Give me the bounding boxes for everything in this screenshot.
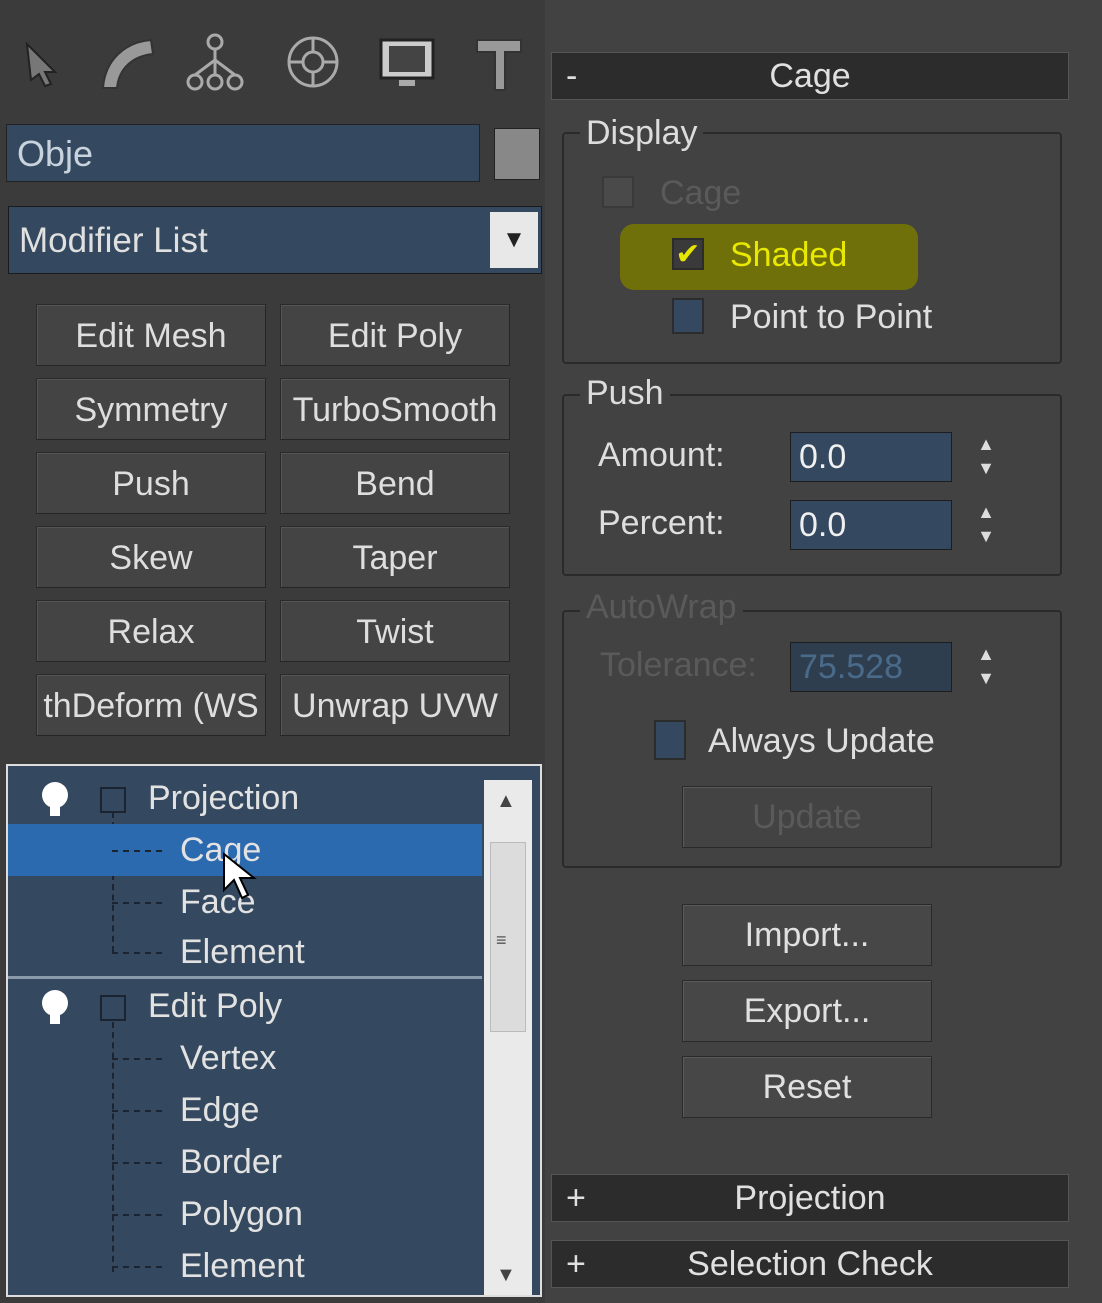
stack-subitem-label: Element	[180, 1247, 305, 1285]
spinner-arrows-icon[interactable]: ▲ ▼	[970, 642, 1002, 692]
update-button[interactable]: Update	[682, 786, 932, 848]
export-button[interactable]: Export...	[682, 980, 932, 1042]
stack-subitem-label: Border	[180, 1143, 283, 1181]
shaded-checkbox-label: Shaded	[730, 236, 848, 274]
modifier-button-thdeform-ws[interactable]: thDeform (WS	[36, 674, 266, 736]
modifier-button-relax[interactable]: Relax	[36, 600, 266, 662]
selection-check-rollout-header[interactable]: + Selection Check	[551, 1240, 1069, 1288]
stack-subitem-label: Polygon	[180, 1195, 303, 1233]
lightbulb-icon[interactable]	[42, 990, 68, 1024]
expand-sign: +	[566, 1245, 586, 1283]
stack-item-label: Edit Poly	[148, 987, 283, 1025]
spinner-arrows-icon[interactable]: ▲ ▼	[970, 432, 1002, 482]
stack-item-label: Projection	[148, 779, 300, 817]
percent-field[interactable]: 0.0	[790, 500, 952, 550]
tree-branch	[112, 1266, 162, 1268]
modifier-button-bend[interactable]: Bend	[280, 452, 510, 514]
motion-icon[interactable]	[278, 22, 348, 102]
tree-branch	[112, 1110, 162, 1112]
mouse-cursor-icon	[222, 851, 262, 902]
display-group-label: Display	[580, 114, 704, 153]
stack-subitem-label: Edge	[180, 1091, 260, 1129]
modifier-button-edit-poly[interactable]: Edit Poly	[280, 304, 510, 366]
rollout-title: Cage	[769, 57, 851, 95]
modify-arc-icon[interactable]	[92, 22, 162, 102]
percent-label: Percent:	[598, 504, 725, 542]
expand-sign: +	[566, 1179, 586, 1217]
stack-subitem-element[interactable]: Element	[8, 926, 482, 978]
tree-branch	[112, 952, 162, 954]
push-group-label: Push	[580, 374, 670, 413]
grip-icon: ≡	[496, 930, 507, 950]
display-monitor-icon[interactable]	[372, 22, 442, 102]
stack-subitem-edge[interactable]: Edge	[8, 1084, 482, 1136]
chevron-down-icon[interactable]: ▼	[490, 212, 538, 268]
object-color-swatch[interactable]	[494, 128, 540, 180]
stack-subitem-border[interactable]: Border	[8, 1136, 482, 1188]
modifier-list-dropdown[interactable]: Modifier List	[8, 206, 542, 274]
stack-subitem-label: Element	[180, 933, 305, 971]
point-to-point-checkbox[interactable]	[672, 298, 704, 334]
cage-checkbox-label: Cage	[660, 174, 742, 212]
collapse-box-icon[interactable]	[100, 787, 126, 813]
create-cursor-icon[interactable]	[8, 22, 78, 102]
rollout-title: Projection	[734, 1179, 886, 1217]
stack-subitem-element[interactable]: Element	[8, 1240, 482, 1292]
stack-subitem-vertex[interactable]: Vertex	[8, 1032, 482, 1084]
modifier-button-twist[interactable]: Twist	[280, 600, 510, 662]
utilities-hammer-icon[interactable]	[464, 22, 534, 102]
stack-scrollbar[interactable]: ▲ ≡ ▼	[484, 780, 532, 1295]
always-update-label: Always Update	[708, 722, 935, 760]
amount-label: Amount:	[598, 436, 725, 474]
object-name-field[interactable]: Obje	[6, 124, 480, 182]
collapse-sign: -	[566, 57, 578, 95]
point-to-point-label: Point to Point	[730, 298, 933, 336]
stack-item-projection[interactable]: Projection	[8, 772, 482, 824]
stack-divider	[8, 976, 482, 979]
modifier-button-symmetry[interactable]: Symmetry	[36, 378, 266, 440]
tree-branch	[112, 1162, 162, 1164]
autowrap-group-label: AutoWrap	[580, 588, 743, 627]
tree-branch	[112, 850, 162, 852]
modifier-button-unwrap-uvw[interactable]: Unwrap UVW	[280, 674, 510, 736]
stack-subitem-label: Vertex	[180, 1039, 277, 1077]
amount-field[interactable]: 0.0	[790, 432, 952, 482]
spinner-arrows-icon[interactable]: ▲ ▼	[970, 500, 1002, 550]
stack-item-edit-poly[interactable]: Edit Poly	[8, 980, 482, 1032]
tree-branch	[112, 1058, 162, 1060]
modifier-button-push[interactable]: Push	[36, 452, 266, 514]
modifier-button-turbosmooth[interactable]: TurboSmooth	[280, 378, 510, 440]
scroll-down-arrow-icon[interactable]: ▼	[496, 1264, 516, 1287]
rollout-title: Selection Check	[687, 1245, 933, 1283]
lightbulb-icon[interactable]	[42, 782, 68, 816]
stack-subitem-polygon[interactable]: Polygon	[8, 1188, 482, 1240]
collapse-box-icon[interactable]	[100, 995, 126, 1021]
modifier-button-skew[interactable]: Skew	[36, 526, 266, 588]
modifier-button-taper[interactable]: Taper	[280, 526, 510, 588]
tree-branch	[112, 1214, 162, 1216]
always-update-checkbox[interactable]	[654, 720, 686, 760]
cage-checkbox[interactable]	[602, 176, 634, 208]
reset-button[interactable]: Reset	[682, 1056, 932, 1118]
shaded-checkbox[interactable]: ✔	[672, 238, 704, 270]
modifier-stack[interactable]: Projection Cage Face Element Edit Poly V…	[6, 764, 542, 1297]
import-button[interactable]: Import...	[682, 904, 932, 966]
cage-rollout-header[interactable]: - Cage	[551, 52, 1069, 100]
modifier-button-edit-mesh[interactable]: Edit Mesh	[36, 304, 266, 366]
tree-branch	[112, 902, 162, 904]
tolerance-label: Tolerance:	[600, 646, 757, 684]
scroll-up-arrow-icon[interactable]: ▲	[496, 790, 516, 813]
projection-rollout-header[interactable]: + Projection	[551, 1174, 1069, 1222]
tolerance-field[interactable]: 75.528	[790, 642, 952, 692]
hierarchy-icon[interactable]	[180, 22, 250, 102]
